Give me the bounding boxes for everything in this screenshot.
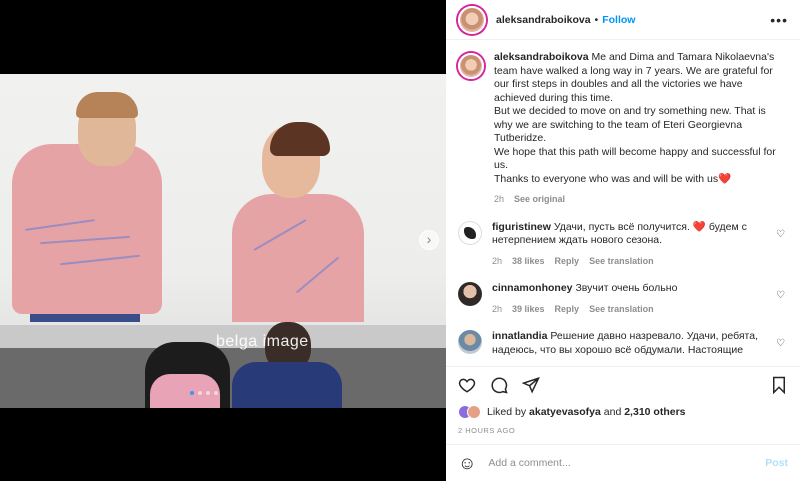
liker-avatars[interactable]: [458, 405, 481, 419]
reply-button[interactable]: Reply: [555, 303, 580, 317]
comment-item: figuristinew Удачи, пусть всё получится.…: [458, 220, 788, 269]
bookmark-icon[interactable]: [770, 376, 788, 394]
post-media: belga image ›: [0, 0, 446, 481]
comment-input[interactable]: [488, 457, 766, 469]
emoji-smile-icon[interactable]: ☺: [458, 453, 476, 474]
likes-count[interactable]: 2,310 others: [624, 406, 685, 418]
post-panel: aleksandraboikova • Follow ••• aleksandr…: [446, 0, 800, 481]
likes-prefix: Liked by: [487, 406, 527, 418]
comments-list[interactable]: aleksandraboikova Me and Dima and Tamara…: [446, 41, 800, 366]
more-horizontal-icon[interactable]: •••: [770, 12, 788, 28]
caption-time[interactable]: 2h: [494, 193, 504, 207]
comment-username[interactable]: innatlandia: [492, 330, 547, 342]
heart-emoji: ❤️: [718, 172, 732, 185]
carousel-dot: [198, 391, 202, 395]
share-send-icon[interactable]: [522, 376, 540, 394]
like-heart-icon[interactable]: [458, 376, 476, 394]
comment-text: Удачи, пусть всё получится.: [553, 220, 690, 233]
likes-and: and: [603, 406, 622, 418]
follow-button[interactable]: Follow: [602, 14, 635, 26]
post-timestamp[interactable]: 2 HOURS AGO: [458, 426, 515, 435]
skater-female-hair: [270, 122, 330, 156]
carousel-dot: [190, 391, 194, 395]
post-comment-button[interactable]: Post: [765, 457, 788, 469]
comment-text: Звучит очень больно: [575, 282, 678, 294]
author-avatar[interactable]: [458, 5, 486, 34]
comment-username[interactable]: figuristinew: [492, 221, 551, 233]
liker-username[interactable]: akatyevasofya: [529, 406, 601, 418]
author-username[interactable]: aleksandraboikova: [496, 14, 591, 26]
post-header: aleksandraboikova • Follow •••: [446, 0, 800, 40]
like-comment-heart-icon[interactable]: ♡: [776, 290, 786, 301]
reply-button[interactable]: Reply: [555, 255, 580, 269]
chevron-right-icon: ›: [426, 231, 432, 247]
see-translation-link[interactable]: See translation: [589, 303, 654, 317]
comment-item: innatlandia Решение давно назревало. Уда…: [458, 330, 788, 357]
skater-male-hair: [76, 92, 138, 118]
like-comment-heart-icon[interactable]: ♡: [776, 229, 786, 240]
post-photo[interactable]: belga image: [0, 74, 446, 408]
comment-item: cinnamonhoney Звучит очень больно 2h 39 …: [458, 282, 788, 316]
watermark: belga image: [216, 333, 309, 350]
caption-line: But we decided to move on and try someth…: [494, 105, 766, 144]
carousel-dots: [190, 391, 218, 395]
add-comment-bar: ☺ Post: [446, 444, 800, 481]
commenter-avatar[interactable]: [458, 282, 482, 306]
skater-female: [232, 194, 364, 334]
next-slide-button[interactable]: ›: [419, 230, 439, 250]
comment-username[interactable]: cinnamonhoney: [492, 282, 573, 294]
caption-line: We hope that this path will become happy…: [494, 145, 776, 172]
caption: aleksandraboikova Me and Dima and Tamara…: [458, 51, 788, 207]
comment-time[interactable]: 2h: [492, 255, 502, 269]
caption-line: Thanks to everyone who was and will be w…: [494, 172, 719, 185]
comment-likes[interactable]: 38 likes: [512, 255, 545, 269]
like-comment-heart-icon[interactable]: ♡: [776, 338, 786, 349]
comment-likes[interactable]: 39 likes: [512, 303, 545, 317]
commenter-avatar[interactable]: [458, 330, 482, 354]
coach-figure: [232, 362, 342, 408]
heart-emoji: ❤️: [692, 220, 706, 233]
comment-bubble-icon[interactable]: [490, 376, 508, 394]
commenter-avatar[interactable]: [458, 220, 482, 245]
separator-dot: •: [594, 13, 599, 26]
action-bar: [446, 366, 800, 402]
carousel-dot: [206, 391, 210, 395]
author-avatar[interactable]: [458, 53, 484, 79]
comment-time[interactable]: 2h: [492, 303, 502, 317]
likes-summary: Liked by akatyevasofya and 2,310 others: [458, 405, 686, 419]
see-original-link[interactable]: See original: [514, 193, 565, 207]
carousel-dot: [214, 391, 218, 395]
caption-username[interactable]: aleksandraboikova: [494, 51, 589, 63]
see-translation-link[interactable]: See translation: [589, 255, 654, 269]
